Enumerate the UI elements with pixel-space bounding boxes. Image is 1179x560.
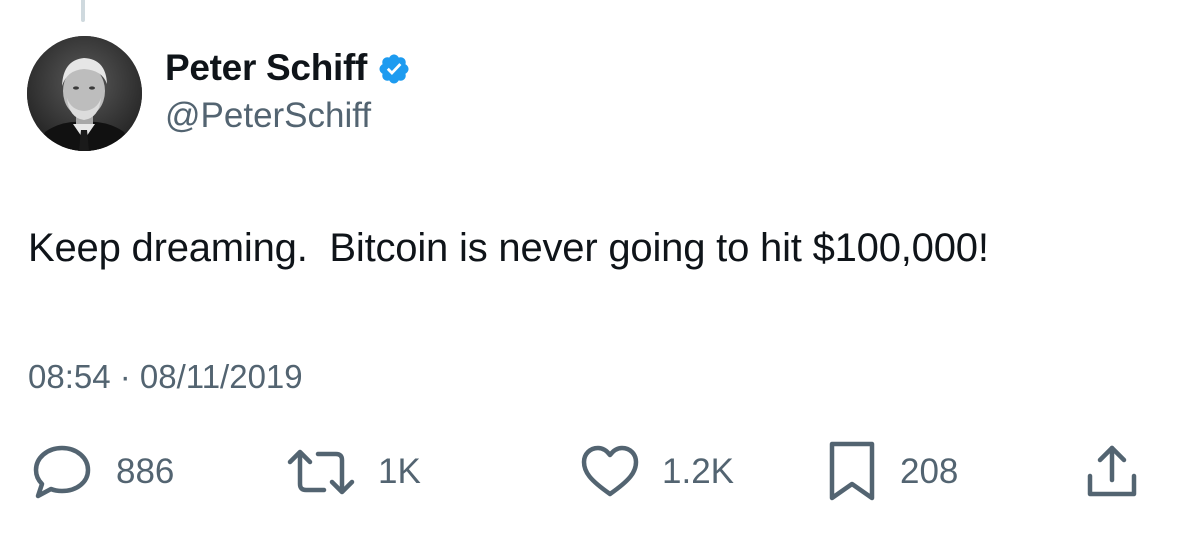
like-count: 1.2K <box>662 452 734 491</box>
tweet-timestamp[interactable]: 08:54 · 08/11/2019 <box>28 357 303 397</box>
author-handle[interactable]: @PeterSchiff <box>165 95 371 137</box>
share-button[interactable] <box>1082 440 1142 504</box>
bookmark-icon <box>829 441 875 501</box>
tweet-text: Keep dreaming. Bitcoin is never going to… <box>28 226 989 270</box>
timestamp-separator: · <box>110 358 140 395</box>
share-upload-icon <box>1087 445 1137 497</box>
retweet-arrows-icon <box>287 449 355 495</box>
reply-bubble-icon <box>33 445 91 499</box>
tweet-time[interactable]: 08:54 <box>28 357 111 397</box>
heart-icon <box>581 445 639 497</box>
author-name-row[interactable]: Peter Schiff <box>165 46 411 90</box>
avatar-photo <box>27 36 142 151</box>
reply-button[interactable]: 886 <box>30 440 174 504</box>
avatar[interactable] <box>27 36 142 151</box>
verified-badge-icon[interactable] <box>377 52 411 86</box>
bookmark-button[interactable]: 208 <box>826 440 958 504</box>
like-button[interactable]: 1.2K <box>580 440 734 504</box>
bookmark-count: 208 <box>900 452 959 491</box>
tweet-date[interactable]: 08/11/2019 <box>140 357 303 397</box>
thread-connector-line <box>81 0 85 22</box>
reply-count: 886 <box>116 452 175 491</box>
retweet-count: 1K <box>378 452 421 491</box>
author-display-name[interactable]: Peter Schiff <box>165 46 367 90</box>
tweet-action-bar: 886 1K 1.2K 208 <box>0 440 1179 504</box>
retweet-button[interactable]: 1K <box>286 440 421 504</box>
